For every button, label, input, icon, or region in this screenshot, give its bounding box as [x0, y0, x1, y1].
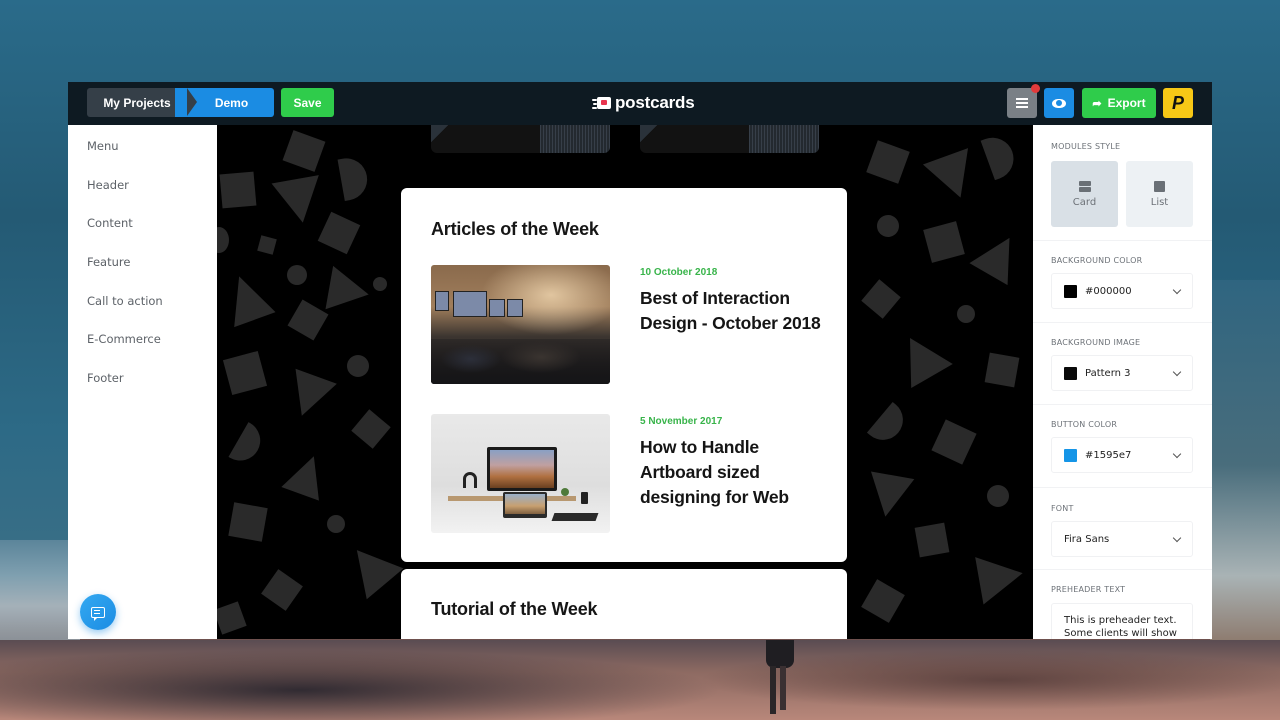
previous-module-tile [640, 125, 819, 153]
brand-logo-icon: P [1171, 92, 1184, 113]
breadcrumb-label: My Projects [103, 95, 171, 110]
chat-icon [91, 606, 105, 621]
sidebar-item-menu[interactable]: Menu [87, 139, 119, 153]
card-title: Articles of the Week [431, 219, 599, 239]
color-swatch [1064, 284, 1077, 298]
article-thumbnail [431, 265, 610, 384]
font-section: FONT Fira Sans [1033, 488, 1212, 570]
style-option-label: Card [1072, 196, 1097, 208]
background-image-section: BACKGROUND IMAGE Pattern 3 [1033, 323, 1212, 405]
section-label: BACKGROUND COLOR [1051, 256, 1143, 265]
breadcrumb-my-projects[interactable]: My Projects [87, 88, 197, 117]
button-color-section: BUTTON COLOR #1595e7 [1033, 405, 1212, 488]
breadcrumb-label: Demo [214, 95, 249, 110]
article-item[interactable]: 5 November 2017 How to Handle Artboard s… [431, 414, 821, 533]
article-thumbnail [431, 414, 610, 533]
chevron-down-icon [1172, 367, 1182, 377]
preheader-section: PREHEADER TEXT This is preheader text. S… [1033, 570, 1212, 639]
section-label: BACKGROUND IMAGE [1051, 338, 1141, 347]
notification-badge [1031, 84, 1040, 93]
sidebar-item-footer[interactable]: Footer [87, 371, 124, 385]
email-preview-canvas: Articles of the Week 10 October 2018 Bes… [217, 125, 1033, 639]
list-layout-icon [1154, 180, 1165, 192]
background-color-section: BACKGROUND COLOR #000000 [1033, 241, 1212, 323]
chevron-down-icon [1172, 533, 1182, 543]
account-brand-button[interactable]: P [1163, 88, 1193, 118]
chevron-down-icon [1172, 285, 1182, 295]
background-color-select[interactable]: #000000 [1051, 273, 1193, 309]
postcard-logo-icon [592, 96, 612, 110]
preheader-textarea[interactable]: This is preheader text. Some clients wil… [1051, 603, 1193, 639]
postcards-logo: postcards [592, 92, 695, 114]
save-button[interactable]: Save [281, 88, 334, 117]
share-arrow-icon: ➦ [1092, 97, 1102, 110]
color-swatch [1064, 448, 1077, 462]
chevron-down-icon [1172, 449, 1182, 459]
sidebar-item-e-commerce[interactable]: E-Commerce [87, 332, 161, 346]
sidebar-item-header[interactable]: Header [87, 178, 129, 192]
article-item[interactable]: 10 October 2018 Best of Interaction Desi… [431, 265, 821, 384]
export-button[interactable]: ➦ Export [1082, 88, 1156, 118]
modules-style-section: MODULES STYLE Card List [1033, 125, 1212, 241]
previous-module-tile [431, 125, 610, 153]
logo-text: postcards [615, 93, 695, 112]
articles-module-card[interactable]: Articles of the Week 10 October 2018 Bes… [401, 188, 847, 562]
select-value: #000000 [1085, 285, 1132, 297]
sidebar-item-feature[interactable]: Feature [87, 255, 130, 269]
background-image-select[interactable]: Pattern 3 [1051, 355, 1193, 391]
chat-support-button[interactable] [80, 594, 116, 630]
background-person [760, 640, 800, 720]
font-select[interactable]: Fira Sans [1051, 521, 1193, 557]
top-toolbar: My Projects Demo Save postcards ➦ Export [68, 82, 1212, 125]
section-label: MODULES STYLE [1051, 142, 1121, 151]
export-label: Export [1107, 96, 1146, 110]
section-label: BUTTON COLOR [1051, 420, 1118, 429]
card-layout-icon [1078, 180, 1091, 192]
article-date: 5 November 2017 [640, 416, 723, 427]
select-value: Fira Sans [1064, 533, 1110, 545]
sidebar-item-content[interactable]: Content [87, 216, 133, 230]
module-categories-sidebar: Menu Header Content Feature Call to acti… [68, 125, 217, 639]
article-title[interactable]: How to Handle Artboard sized designing f… [640, 435, 830, 510]
app-window: My Projects Demo Save postcards ➦ Export [68, 82, 1212, 639]
sidebar-item-call-to-action[interactable]: Call to action [87, 294, 163, 308]
button-color-select[interactable]: #1595e7 [1051, 437, 1193, 473]
card-title: Tutorial of the Week [431, 599, 598, 619]
style-option-list[interactable]: List [1126, 161, 1193, 227]
section-label: PREHEADER TEXT [1051, 585, 1126, 594]
select-value: #1595e7 [1085, 449, 1132, 461]
tutorial-module-card[interactable]: Tutorial of the Week [401, 569, 847, 639]
background-beach [0, 640, 1280, 720]
style-settings-panel: MODULES STYLE Card List BACKGROUND COLOR… [1033, 125, 1212, 639]
select-value: Pattern 3 [1085, 367, 1131, 379]
style-option-card[interactable]: Card [1051, 161, 1118, 227]
eye-icon [1052, 98, 1066, 108]
article-title[interactable]: Best of Interaction Design - October 201… [640, 286, 830, 336]
pattern-swatch [1064, 366, 1077, 380]
background-scenery [1210, 280, 1280, 650]
preview-button[interactable] [1044, 88, 1074, 118]
style-option-label: List [1150, 196, 1169, 208]
article-date: 10 October 2018 [640, 267, 718, 278]
section-label: FONT [1051, 504, 1074, 513]
hamburger-icon [1016, 98, 1028, 108]
